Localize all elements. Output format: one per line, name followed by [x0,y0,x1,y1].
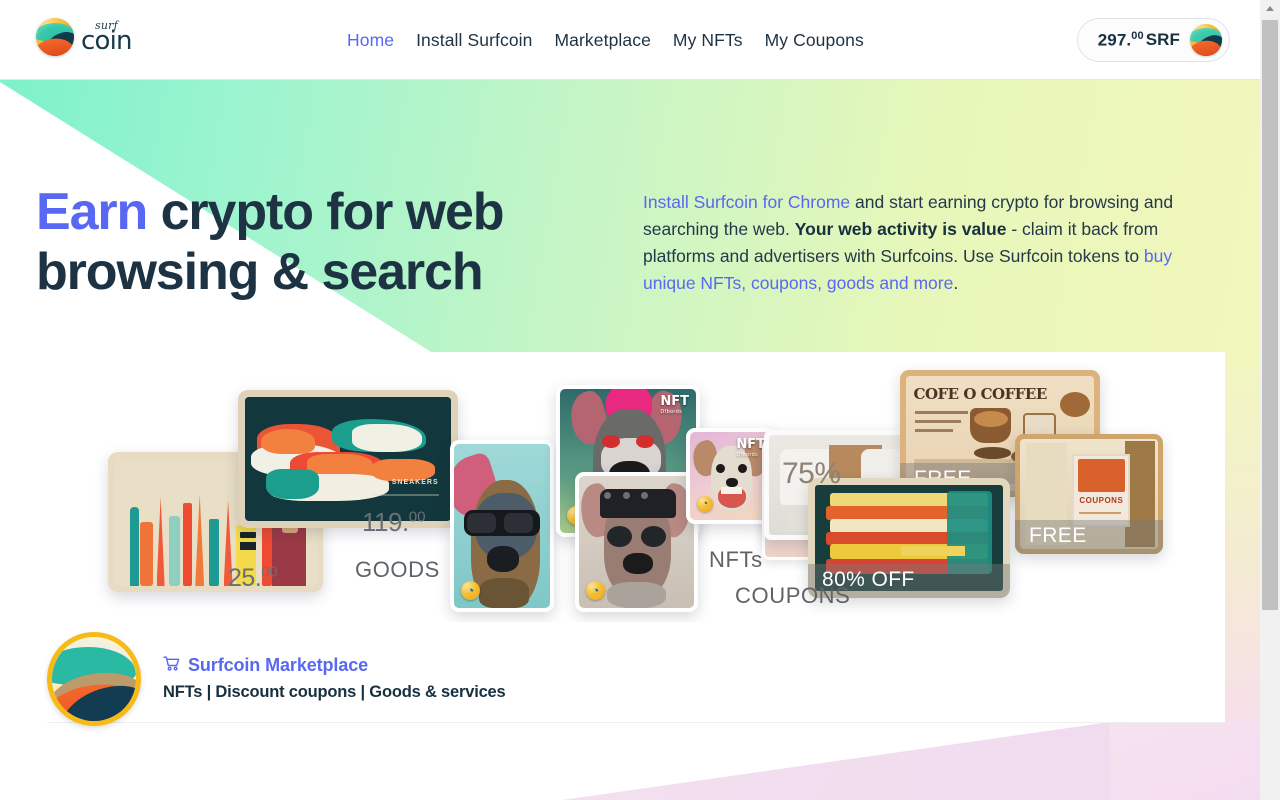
vertical-scrollbar[interactable] [1260,0,1280,800]
pink-triangle-shape [0,720,1260,800]
nav-item-my-nfts[interactable]: My NFTs [662,30,754,51]
cart-icon [163,655,180,676]
nft-tile-sunglasses-dog[interactable]: ◔ 1K05A20&OR07BE1AUBAI0BA4251156&2116.2F… [450,440,554,612]
hero-bold-phrase: Your web activity is value [794,219,1007,239]
scroll-up-arrow-icon[interactable] [1260,0,1280,17]
coupons-word: COUPONS [1079,496,1124,506]
balance-unit: SRF [1145,30,1180,50]
price-119-whole: 119. [362,507,409,537]
nav-item-marketplace[interactable]: Marketplace [543,30,661,51]
hero-text-3: . [953,273,959,293]
site-header: surf coin Home Install Surfcoin Marketpl… [0,0,1260,80]
nav-item-my-coupons[interactable]: My Coupons [754,30,875,51]
pink-right-shape [1110,720,1260,800]
coupon-overlay-free-2: FREE [1015,520,1163,554]
marketplace-title: Surfcoin Marketplace [188,654,369,675]
product-collage: SNEAKERS 25.00 119.00 GOODS ◔ 1 [0,352,1225,622]
price-25-whole: 25. [228,564,262,592]
goods-price-119: 119.00 [362,507,425,538]
nft-badge-2: NFT Dfbords [736,437,765,458]
balance-cents: 00 [1131,29,1144,42]
balance-whole: 297. [1097,30,1132,50]
sneakers-caption: SNEAKERS [391,478,439,486]
marketplace-title-row[interactable]: Surfcoin Marketplace [163,655,506,676]
scrollbar-thumb[interactable] [1262,20,1278,610]
balance-pill[interactable]: 297.00 SRF [1076,18,1230,62]
marketplace-banner[interactable]: Surfcoin Marketplace NFTs | Discount cou… [47,632,506,726]
hero-paragraph: Install Surfcoin for Chrome and start ea… [643,189,1201,297]
nft-tile-goggles-dog[interactable]: ◔ 1K05A20&OR07BE1AUBAI0BA4251156&2116.2F… [575,472,698,612]
surfcoin-token-icon [1190,24,1222,56]
category-label-nfts: NFTs [709,547,763,572]
surfcoin-watermark-icon: ◔ [461,581,480,600]
coupon-discount-75: 75% [782,457,841,490]
coupon-tile-80-off[interactable]: 80% OFF [808,478,1010,598]
balance-amount: 297.00 SRF [1098,30,1180,51]
logo-wordmark: surf coin [81,19,159,56]
marketplace-subtitle: NFTs | Discount coupons | Goods & servic… [163,682,506,701]
surfcoin-watermark-icon: ◔ [586,581,605,600]
coupon-tile-kraftbag[interactable]: COUPONS FREE [1015,434,1163,554]
main-navigation: Home Install Surfcoin Marketplace My NFT… [336,0,875,80]
logo-coin-text: coin [81,26,133,56]
goods-price-25: 25.00 [228,564,277,593]
hero-title: Earn crypto for web browsing & search [36,182,596,302]
surfcoin-watermark-icon: ◔ [697,496,713,512]
install-surfcoin-link[interactable]: Install Surfcoin for Chrome [643,192,850,212]
marketplace-logo-icon [47,632,141,726]
price-119-cents: 00 [408,508,426,526]
page-root: surf coin Home Install Surfcoin Marketpl… [0,0,1280,800]
nav-item-home[interactable]: Home [336,30,405,51]
site-logo[interactable]: surf coin [36,18,159,56]
category-label-goods: GOODS [355,557,440,582]
marketplace-text: Surfcoin Marketplace NFTs | Discount cou… [163,655,506,704]
coffee-caption: COFE O COFFEE [913,385,1048,404]
category-label-coupons: COUPONS [735,583,851,608]
nav-item-install-surfcoin[interactable]: Install Surfcoin [405,30,543,51]
hero-title-accent: Earn [36,183,148,241]
surfcoin-wave-icon [36,18,74,56]
price-25-cents: 00 [261,564,278,581]
nft-badge-1: NFT Dfbords [660,394,689,415]
